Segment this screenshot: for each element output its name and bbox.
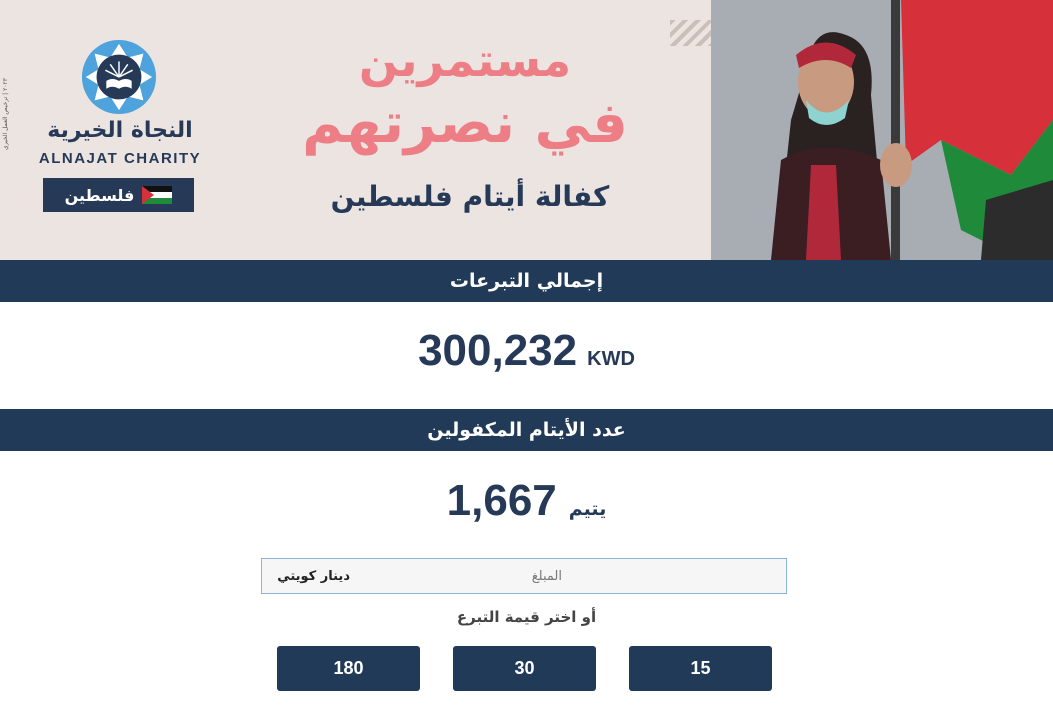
sponsored-orphans-label: عدد الأيتام المكفولين [427,419,626,441]
girl-with-flag-photo [711,0,1053,260]
total-donations-value-row: 300,232 KWD [0,326,1053,376]
headline-line-1: مستمرين [358,33,572,87]
campaign-banner: ٢٠٢٣ | ترخيص العمل الخيري النجاة الخيرية… [0,0,1053,260]
campaign-headline: مستمرين في نصرتهم [260,30,670,158]
orphans-count: 1,667 [446,476,557,525]
amount-button-180[interactable]: 180 [277,646,420,691]
sponsored-orphans-header: عدد الأيتام المكفولين [0,409,1053,451]
sponsored-orphans-value-row: يتيم 1,667 [0,476,1053,526]
headline-line-2: في نصرتهم [302,91,628,156]
charity-logo-icon [81,39,157,115]
brand-name-english: ALNAJAT CHARITY [38,150,202,167]
campaign-subtitle: كفالة أيتام فلسطين [330,180,610,213]
amount-button-30[interactable]: 30 [453,646,596,691]
donation-amount-field[interactable]: دينار كويتي [261,558,787,594]
total-donations-header: إجمالي التبرعات [0,260,1053,302]
palestine-flag-icon [142,186,173,204]
country-tag-label: فلسطين [64,185,135,205]
license-text: ٢٠٢٣ | ترخيص العمل الخيري [2,78,9,150]
orphans-unit: يتيم [568,498,607,520]
total-donations-amount: 300,232 [418,326,578,375]
amount-button-15[interactable]: 15 [629,646,772,691]
country-tag: فلسطين [43,178,194,212]
amount-input[interactable] [262,559,562,593]
total-donations-currency: KWD [587,348,635,370]
total-donations-label: إجمالي التبرعات [449,270,604,292]
brand-name-arabic: النجاة الخيرية [47,118,193,143]
choose-amount-label: أو اختر قيمة التبرع [456,608,597,626]
